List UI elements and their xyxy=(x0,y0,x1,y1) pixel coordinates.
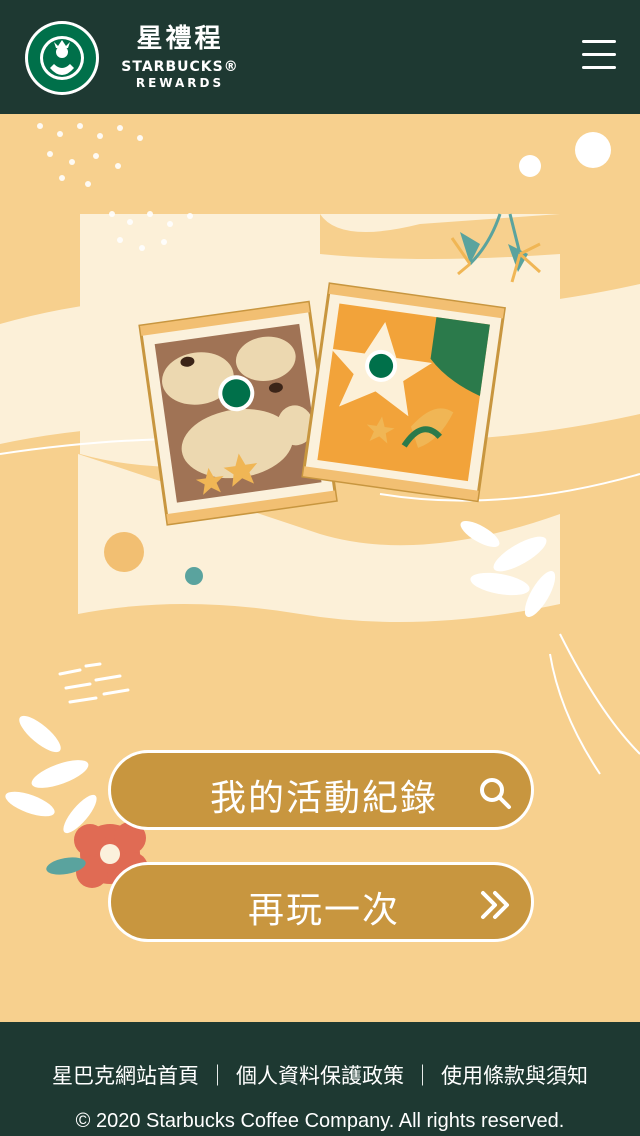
play-again-button[interactable]: 再玩一次 xyxy=(108,862,534,942)
footer-link-home[interactable]: 星巴克網站首頁 xyxy=(52,1064,199,1088)
footer: 星巴克網站首頁 ｜ 個人資料保護政策 ｜ 使用條款與須知 © 2020 Starbuck… xyxy=(0,1022,640,1136)
search-icon xyxy=(480,778,511,809)
brand-rewards: REWARDS xyxy=(135,76,225,90)
footer-separator: ｜ xyxy=(412,1064,433,1088)
my-activity-records-button[interactable]: 我的活動紀錄 xyxy=(108,750,534,830)
footer-separator: ｜ xyxy=(207,1064,228,1088)
brand-block: 星禮程 STARBUCKS® REWARDS xyxy=(110,24,250,90)
footer-link-privacy-policy[interactable]: 個人資料保護政策 xyxy=(236,1064,404,1088)
starbucks-logo[interactable] xyxy=(24,20,100,96)
my-activity-records-label: 我的活動紀錄 xyxy=(209,778,438,819)
hamburger-menu-icon[interactable] xyxy=(582,40,616,74)
double-chevron-right-icon xyxy=(481,891,509,919)
brand-starbucks: STARBUCKS® xyxy=(121,59,239,75)
footer-link-terms[interactable]: 使用條款與須知 xyxy=(441,1064,588,1088)
play-again-label: 再玩一次 xyxy=(247,890,400,931)
footer-links: 星巴克網站首頁 ｜ 個人資料保護政策 ｜ 使用條款與須知 xyxy=(0,1060,640,1090)
copyright-text: © 2020 Starbucks Coffee Company. All rig… xyxy=(75,1110,565,1132)
brand-chinese-name: 星禮程 xyxy=(136,24,224,54)
top-bar: 星禮程 STARBUCKS® REWARDS xyxy=(0,0,640,114)
